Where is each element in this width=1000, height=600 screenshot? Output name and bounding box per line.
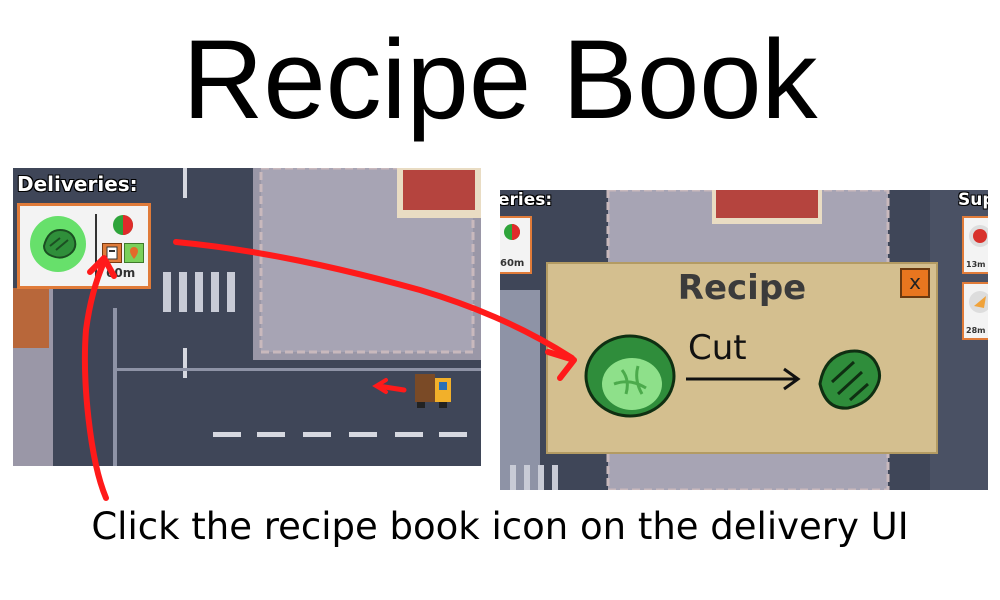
supplies-heading-partial: Sup (958, 190, 988, 210)
tomato-icon (969, 225, 988, 247)
deliveries-heading-partial: eries: (500, 190, 553, 210)
map-pin-icon[interactable] (124, 243, 144, 263)
recipe-dialog: Recipe x Cut (546, 262, 938, 454)
supply-distance: 28m (966, 326, 986, 335)
delivery-card-partial[interactable]: 60m (500, 216, 532, 274)
lettuce-icon (818, 349, 881, 410)
arrow-right-icon (686, 367, 801, 391)
delivery-card[interactable]: 60m (17, 203, 151, 289)
delivery-distance: 60m (500, 258, 525, 269)
deliveries-heading: Deliveries: (17, 172, 138, 196)
delivery-truck-icon (415, 374, 451, 408)
recipe-dialog-title: Recipe (677, 268, 807, 308)
slide-caption: Click the recipe book icon on the delive… (91, 505, 909, 548)
recipe-book-icon[interactable] (102, 243, 122, 263)
supply-distance: 13m (966, 260, 986, 269)
carrot-icon (969, 291, 988, 313)
progress-pie-icon (113, 215, 133, 235)
supply-card-carrot[interactable]: 28m (962, 282, 988, 340)
slide-title: Recipe Book (182, 17, 818, 142)
recipe-dialog-screenshot: eries: Sup 60m 13m 28m Recipe x Cut (500, 190, 988, 490)
delivery-distance: 60m (106, 266, 136, 280)
supply-card-tomato[interactable]: 13m (962, 216, 988, 274)
progress-pie-icon (504, 224, 520, 240)
delivery-ui-screenshot: Deliveries: 60m (13, 168, 481, 466)
recipe-step-label: Cut (688, 328, 747, 368)
close-button[interactable]: x (900, 268, 930, 298)
cabbage-icon (584, 334, 676, 418)
